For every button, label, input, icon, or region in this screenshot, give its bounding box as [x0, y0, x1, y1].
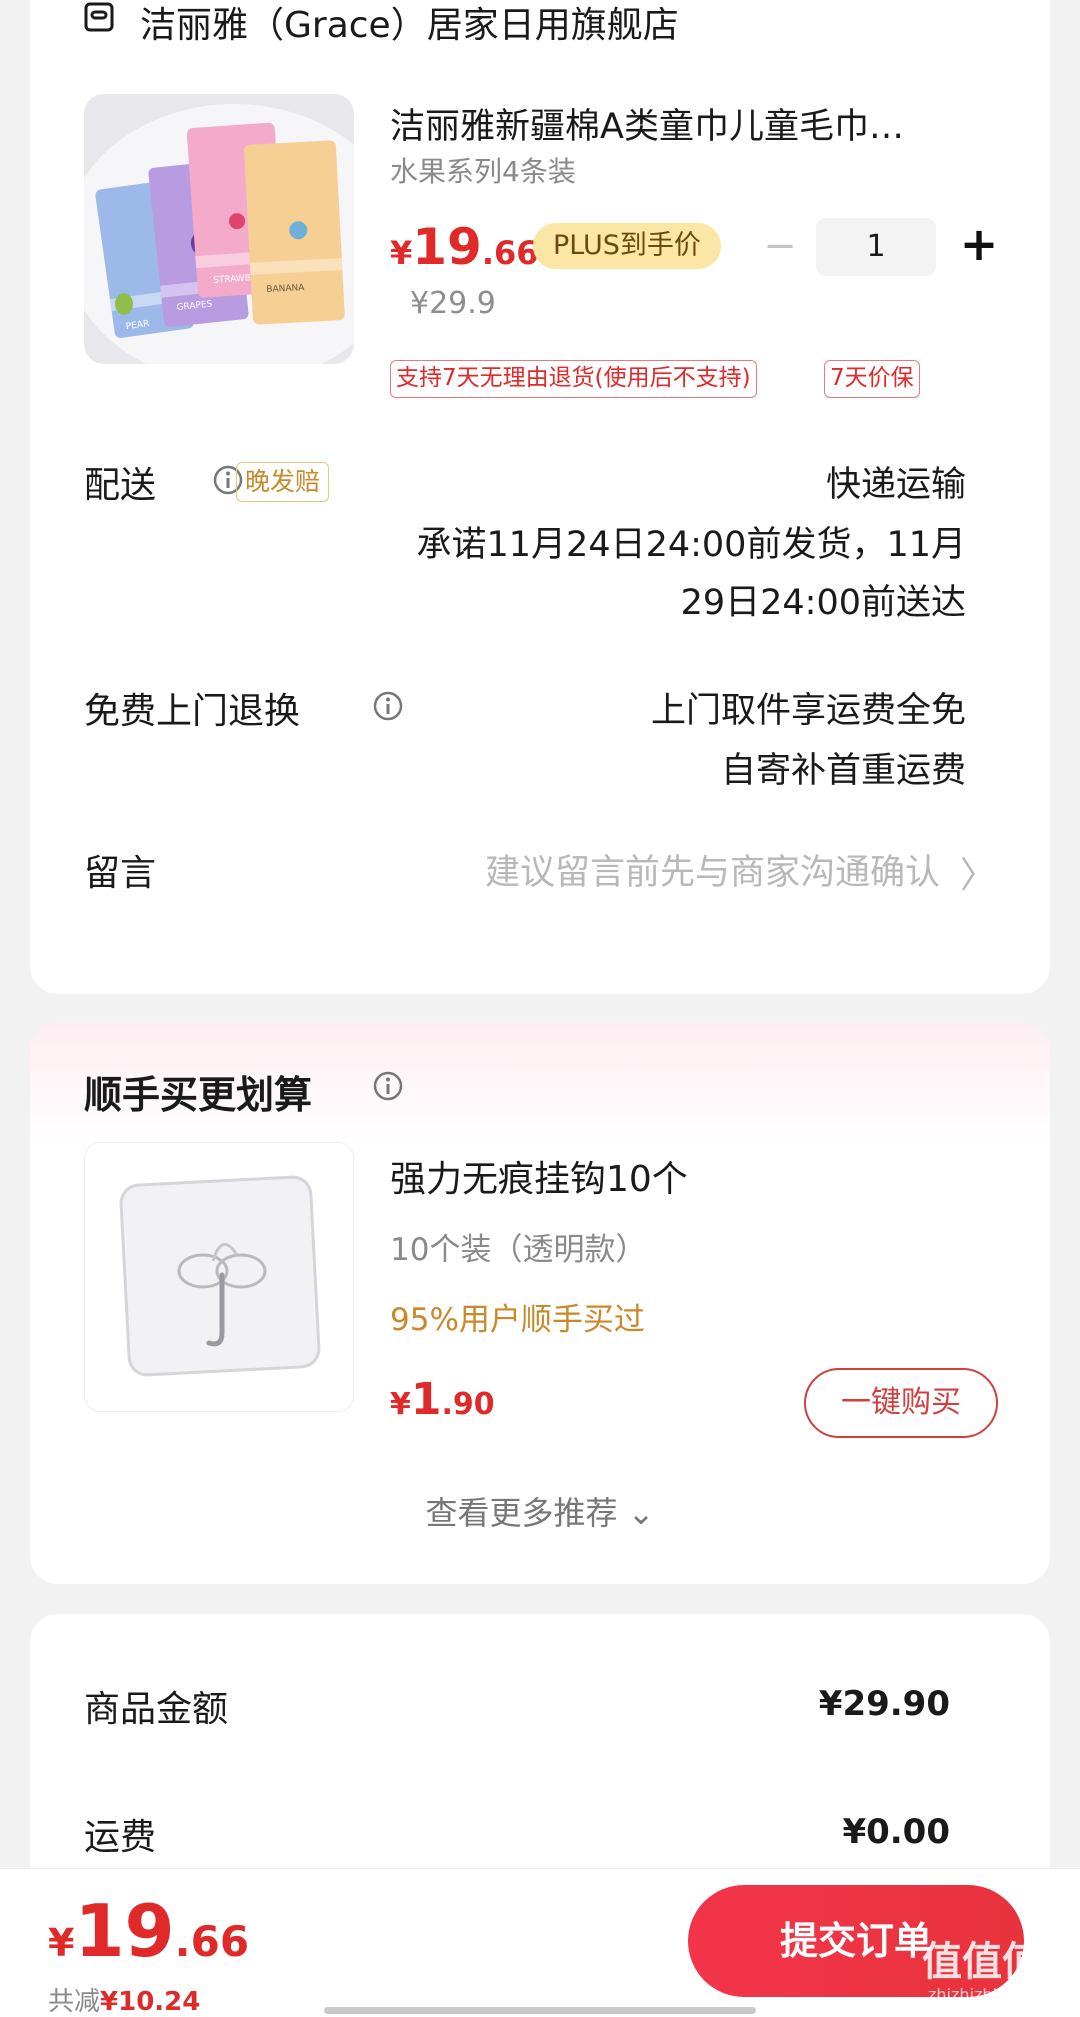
price-integer: 19: [74, 1889, 175, 1973]
goods-amount-value: ¥29.90: [818, 1684, 950, 1724]
shipping-fee-value: ¥0.00: [842, 1812, 950, 1852]
price-symbol: ¥: [48, 1921, 75, 1965]
delivery-method[interactable]: 快递运输: [826, 456, 966, 507]
addon-price: ¥1.90: [390, 1374, 495, 1425]
towel-label: BANANA: [266, 283, 305, 295]
message-label: 留言: [84, 853, 157, 894]
delivery-promise-line1: 承诺11月24日24:00前发货，11月: [416, 525, 966, 565]
free-return-label: 免费上门退换: [84, 691, 301, 732]
addon-recommendation-card: 顺手买更划算 强力无痕挂钩10个 10个装（透明款） 95%用户顺手买过 ¥1.…: [30, 1022, 1050, 1584]
return-policy-tag: 支持7天无理由退货(使用后不支持): [390, 360, 757, 398]
checkout-bar: ¥19.66 共减¥10.24 提交订单 值值值 zhizhizhi.com: [0, 1868, 1080, 2017]
plus-price-badge: PLUS到手价: [533, 223, 721, 269]
addon-product-name[interactable]: 强力无痕挂钩10个: [390, 1150, 688, 1202]
addon-section-title: 顺手买更划算: [84, 1073, 313, 1117]
total-price: ¥19.66: [48, 1889, 249, 1973]
price-decimal: .90: [441, 1387, 495, 1422]
free-return-line1: 上门取件享运费全免: [650, 691, 966, 731]
product-title[interactable]: 洁丽雅新疆棉A类童巾儿童毛巾…: [390, 98, 950, 149]
addon-product-variant: 10个装（透明款）: [390, 1232, 647, 1268]
store-name[interactable]: 洁丽雅（Grace）居家日用旗舰店: [140, 0, 679, 48]
product-image[interactable]: PEAR GRAPES STRAWB BANANA: [84, 94, 354, 364]
price-integer: 1: [410, 1374, 442, 1425]
original-price: ¥29.9: [410, 286, 496, 321]
home-indicator[interactable]: [324, 2007, 756, 2014]
discount-prefix: 共减: [48, 1987, 101, 2017]
free-return-line2: 自寄补首重运费: [720, 751, 966, 791]
discount-amount: ¥10.24: [100, 1987, 201, 2017]
product-price: ¥19.66: [390, 218, 539, 276]
addon-product-image[interactable]: [84, 1142, 354, 1412]
price-symbol: ¥: [390, 234, 413, 272]
info-icon[interactable]: [372, 690, 404, 722]
price-decimal: .66: [174, 1917, 250, 1966]
watermark-url: zhizhizhi.com: [928, 1985, 1037, 2004]
delivery-promise-line2: 29日24:00前送达: [680, 583, 966, 623]
price-decimal: .66: [481, 234, 539, 272]
price-symbol: ¥: [390, 1387, 411, 1422]
total-discount[interactable]: 共减¥10.24: [48, 1981, 200, 2017]
product-variant[interactable]: 水果系列4条装: [390, 150, 576, 190]
goods-amount-label: 商品金额: [84, 1689, 229, 1730]
shipping-fee-label: 运费: [84, 1817, 157, 1858]
quantity-increase-button[interactable]: +: [954, 220, 1004, 270]
info-icon[interactable]: [372, 1070, 404, 1102]
delivery-label: 配送: [84, 465, 157, 506]
watermark-logo: 值值值: [922, 1939, 1042, 1985]
quantity-decrease-button[interactable]: −: [758, 226, 802, 270]
chevron-right-icon[interactable]: 〉: [960, 846, 996, 898]
quantity-input[interactable]: 1: [816, 218, 936, 276]
message-input[interactable]: 建议留言前先与商家沟通确认: [485, 844, 940, 895]
see-more-recommendations-link[interactable]: 查看更多推荐 ⌄: [30, 1488, 1050, 1534]
store-icon: [84, 2, 114, 32]
addon-social-proof: 95%用户顺手买过: [390, 1302, 645, 1338]
price-integer: 19: [412, 218, 482, 276]
price-protection-tag: 7天价保: [824, 360, 920, 398]
order-card: 洁丽雅（Grace）居家日用旗舰店 PEAR GRAPES STRAWB BAN…: [30, 0, 1050, 994]
one-click-buy-button[interactable]: 一键购买: [804, 1368, 998, 1438]
late-delivery-compensation-badge: 晚发赔: [236, 462, 330, 502]
